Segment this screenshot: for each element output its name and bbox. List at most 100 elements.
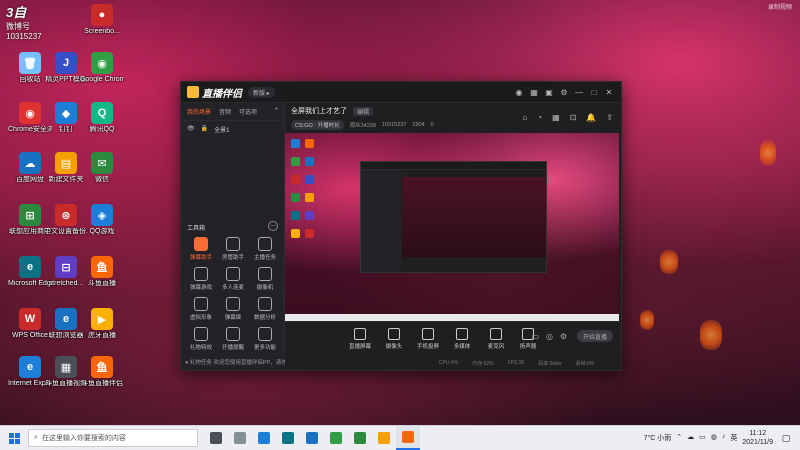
tool-item[interactable]: 摄像机 [249, 267, 281, 291]
show-hidden-icon[interactable]: ⌃ [676, 433, 682, 443]
add-scene-button[interactable]: + [274, 107, 278, 116]
desktop-shortcut[interactable]: Q 腾讯QQ [80, 102, 124, 150]
tool-icon [226, 267, 240, 281]
tool-item[interactable]: 开播提醒 [217, 327, 249, 351]
shortcut-icon: ◉ [19, 102, 41, 124]
shortcut-icon: ▤ [55, 152, 77, 174]
toolbox-grid: 弹幕助手 房管助手 主播任务弹幕游戏 多人连麦 摄像机虚拟形象 弹幕姬 数据分析礼物特效 开播… [185, 237, 281, 351]
start-button[interactable] [0, 426, 28, 450]
taskbar-search[interactable]: ⌕ 在这里输入你要搜索的内容 [28, 429, 198, 447]
weather-widget[interactable]: 7°C 小雨 [644, 433, 672, 443]
media-icon [456, 328, 468, 340]
screenshot-icon[interactable]: ⊡ [570, 113, 577, 122]
edit-title-button[interactable]: 编辑 [353, 106, 374, 116]
viewer-count: 观众34239 [349, 123, 376, 129]
close-button[interactable]: ✕ [603, 86, 615, 98]
tab-audio[interactable]: 音频 [219, 107, 231, 116]
tool-item[interactable]: 弹幕姬 [217, 297, 249, 321]
cloud-icon[interactable]: ☁ [687, 433, 694, 443]
tab-my-scenes[interactable]: 我的场景 [187, 107, 211, 116]
preview-desktop-icon [291, 139, 300, 148]
desktop-shortcut[interactable]: 鱼斗鱼直播伴侣 [80, 356, 124, 404]
game-category-tag[interactable]: CS:GO · 开播时长 [291, 120, 344, 130]
search-icon: ⌕ [34, 434, 38, 441]
settings-gear-icon[interactable]: ⚙ [560, 332, 567, 341]
desktop-shortcut[interactable]: 鱼斗鱼直播 [80, 256, 124, 304]
notification-center-icon[interactable]: ▢ [778, 426, 794, 450]
scene-panel: 我的场景 音频 可选项 + 👁 🔒 全景1 工具箱 — 弹幕助手 房管助手 主播任务… [181, 103, 303, 370]
tool-item[interactable]: 数据分析 [249, 297, 281, 321]
media-button[interactable]: 多媒体 [445, 328, 479, 350]
phone-cast-button[interactable]: 手机投屏 [411, 328, 445, 350]
taskbar-app-douyu[interactable] [396, 426, 420, 450]
taskbar-app-security[interactable] [300, 426, 324, 450]
taskbar-app-mail[interactable] [252, 426, 276, 450]
control-label: 直播屏幕 [348, 344, 371, 350]
version-badge[interactable]: 新版 ▸ [248, 86, 275, 98]
lock-icon[interactable]: 🔒 [201, 125, 208, 134]
tool-item[interactable]: 弹幕游戏 [185, 267, 217, 291]
screen-capture-button[interactable]: 直播屏幕 [343, 328, 377, 350]
app-titlebar[interactable]: 直播伴侣 新版 ▸ ◉ ▦ ▣ ⚙ — □ ✕ [181, 82, 621, 103]
shortcut-icon: 🗑 [19, 52, 41, 74]
douyu-icon [402, 431, 414, 443]
grid-icon[interactable]: ▦ [552, 113, 560, 122]
skin-icon[interactable]: ▣ [543, 86, 555, 98]
battery-icon[interactable]: ▭ [699, 433, 706, 443]
beauty-icon[interactable]: ◎ [546, 332, 553, 341]
volume-icon[interactable]: ♪ [722, 433, 726, 443]
menu-icon[interactable]: ▦ [528, 86, 540, 98]
tool-item[interactable]: 房管助手 [217, 237, 249, 261]
folder-icon [234, 432, 246, 444]
shortcut-label: 虎牙直播 [88, 332, 116, 339]
watermark-id: 10315237 [6, 32, 42, 41]
network-icon[interactable]: ◍ [711, 433, 717, 443]
maximize-button[interactable]: □ [588, 86, 600, 98]
tool-item[interactable]: 多人连麦 [217, 267, 249, 291]
app-logo-icon [187, 86, 199, 98]
tool-item[interactable]: 虚拟形象 [185, 297, 217, 321]
microphone-button[interactable]: 麦克风 [479, 328, 513, 350]
stream-preview[interactable] [285, 133, 619, 321]
shortcut-icon: 鱼 [91, 256, 113, 278]
camera-button[interactable]: 摄像头 [377, 328, 411, 350]
input-method-icon[interactable]: 英 [730, 433, 737, 443]
bell-icon[interactable]: 🔔 [586, 113, 596, 122]
start-live-button[interactable]: 开始直播 [577, 330, 613, 342]
tool-item[interactable]: 弹幕助手 [185, 237, 217, 261]
tool-item[interactable]: 主播任务 [249, 237, 281, 261]
tool-item[interactable]: 礼物特效 [185, 327, 217, 351]
home-icon[interactable]: ⌂ [522, 113, 527, 122]
share-icon[interactable]: ⇪ [606, 113, 613, 122]
live-companion-window[interactable]: 直播伴侣 新版 ▸ ◉ ▦ ▣ ⚙ — □ ✕ 我的场景 音频 可选项 + 👁 … [180, 81, 622, 371]
toolbox-collapse-button[interactable]: — [268, 221, 278, 231]
performance-stats: CPU:4% 内存:52% FPS:30 码率:0kb/s 丢帧:0% [389, 360, 621, 368]
shortcut-icon: e [19, 356, 41, 378]
avatar-icon[interactable]: ◉ [513, 86, 525, 98]
stat-item: 内存:52% [472, 361, 494, 367]
desktop-shortcut[interactable]: ▶ 虎牙直播 [80, 308, 124, 356]
clock[interactable]: 11:12 2021/11/9 [742, 429, 773, 447]
tool-item[interactable]: 更多功能 [249, 327, 281, 351]
taskbar-app-edge[interactable] [276, 426, 300, 450]
settings-icon[interactable]: ⚙ [558, 86, 570, 98]
shortcut-label: 微信 [95, 176, 109, 183]
desktop-shortcut[interactable]: ● Screenbo... [80, 4, 124, 52]
taskbar-app-wechat[interactable] [348, 426, 372, 450]
taskbar-app-chrome[interactable] [324, 426, 348, 450]
desktop-shortcut[interactable]: ◈ QQ游戏 [80, 204, 124, 252]
taskbar-app-folder[interactable] [228, 426, 252, 450]
scene-item[interactable]: 👁 🔒 全景1 [181, 121, 284, 138]
tool-icon [226, 237, 240, 251]
taskbar-app-task-view[interactable] [204, 426, 228, 450]
desktop-shortcut[interactable]: ◉ Google Chrome [80, 52, 124, 100]
tab-options[interactable]: 可选项 [239, 107, 257, 116]
timer-icon[interactable]: ◔ [537, 113, 542, 122]
camera-toggle-icon[interactable]: ▭ [531, 332, 539, 341]
minimize-button[interactable]: — [573, 86, 585, 98]
desktop-shortcut[interactable]: ✉ 微信 [80, 152, 124, 200]
taskbar-app-explorer[interactable] [372, 426, 396, 450]
speaker-button[interactable]: 扬声器 [511, 328, 545, 350]
visibility-icon[interactable]: 👁 [187, 125, 195, 134]
clock-time: 11:12 [749, 430, 767, 437]
